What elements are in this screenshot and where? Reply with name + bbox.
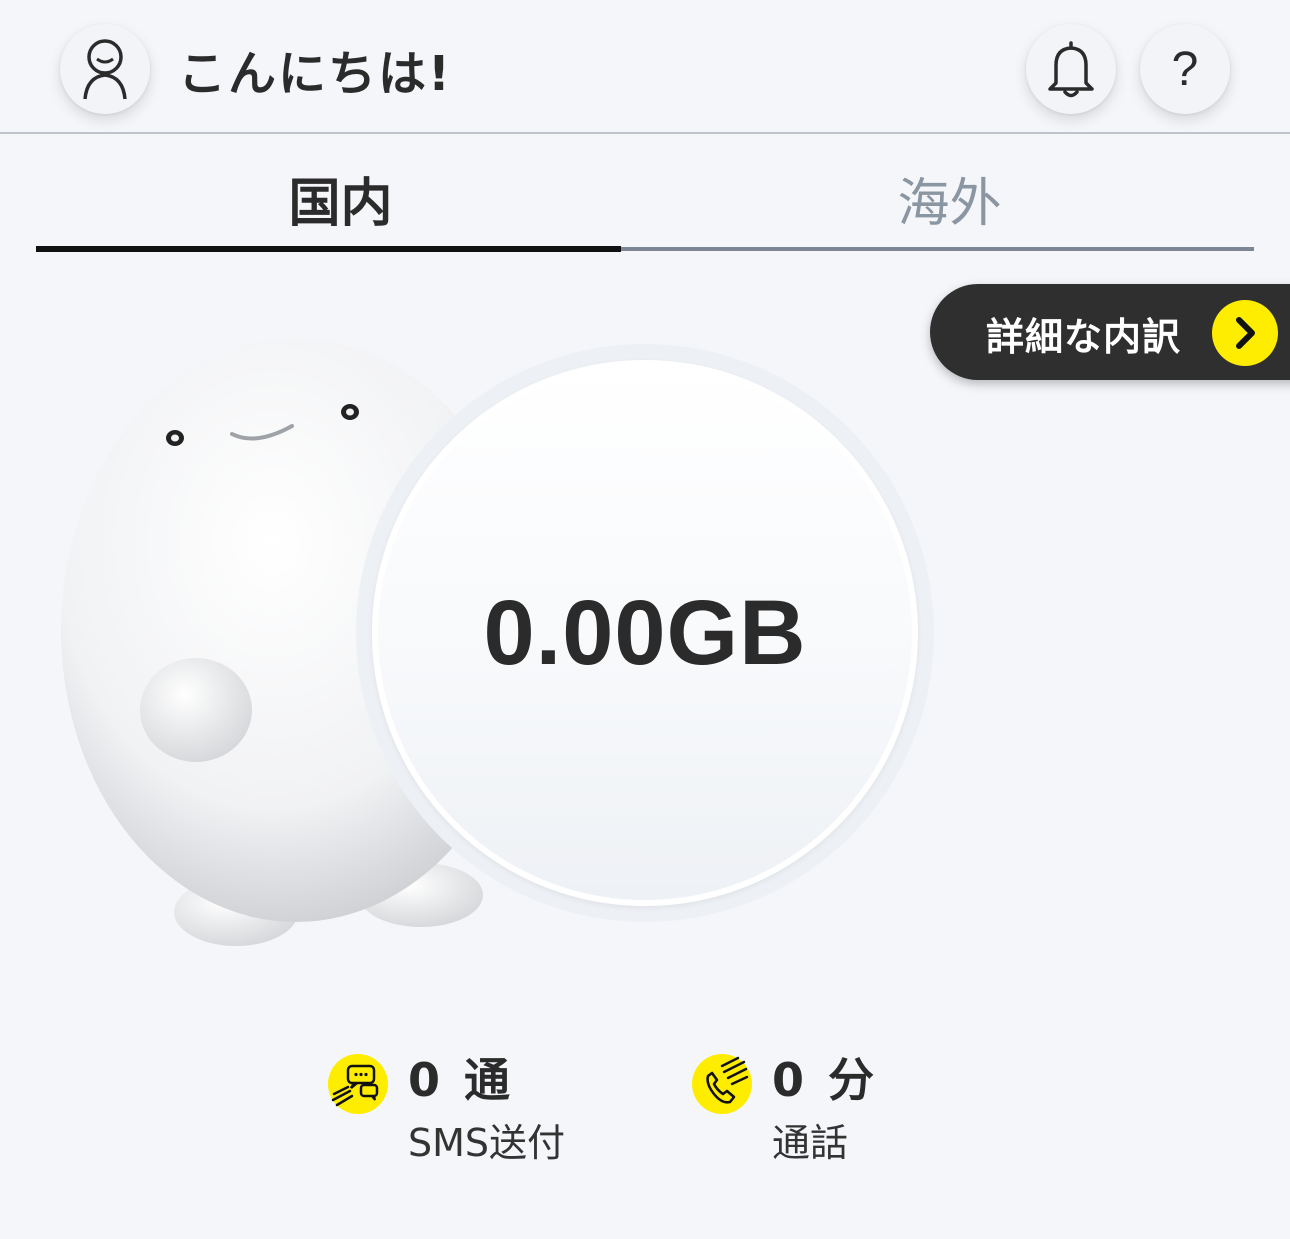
sms-label: SMS送付 xyxy=(408,1121,566,1165)
details-breakdown-button[interactable]: 詳細な内訳 xyxy=(930,284,1290,380)
greeting-text: こんにちは! xyxy=(178,46,452,102)
sms-chat-icon xyxy=(328,1054,388,1114)
sms-count: 0 通 xyxy=(408,1053,515,1107)
mobile-usage-screen: こんにちは! ? 国内 海外 0.00GB 詳細な内訳 0 通 SMS送付 0 … xyxy=(0,0,1290,1239)
data-remaining-value: 0.00GB xyxy=(483,581,807,684)
call-label: 通話 xyxy=(772,1121,849,1165)
region-tabs: 国内 海外 xyxy=(36,140,1254,256)
active-tab-indicator xyxy=(36,246,621,252)
details-breakdown-label: 詳細な内訳 xyxy=(986,315,1182,359)
usage-gauge[interactable]: 0.00GB xyxy=(372,360,918,906)
call-minutes: 0 分 xyxy=(772,1053,879,1107)
help-icon: ? xyxy=(1171,42,1199,96)
top-bar: こんにちは! ? xyxy=(0,0,1290,134)
bell-icon xyxy=(1048,41,1094,98)
tab-overseas[interactable]: 海外 xyxy=(645,140,1254,256)
profile-button[interactable] xyxy=(60,24,150,114)
phone-call-icon xyxy=(692,1054,752,1114)
notifications-button[interactable] xyxy=(1026,24,1116,114)
tab-divider xyxy=(621,247,1254,251)
help-button[interactable]: ? xyxy=(1140,24,1230,114)
tab-domestic[interactable]: 国内 xyxy=(36,140,645,256)
user-outline-icon xyxy=(83,39,127,100)
chevron-right-icon xyxy=(1212,300,1278,366)
